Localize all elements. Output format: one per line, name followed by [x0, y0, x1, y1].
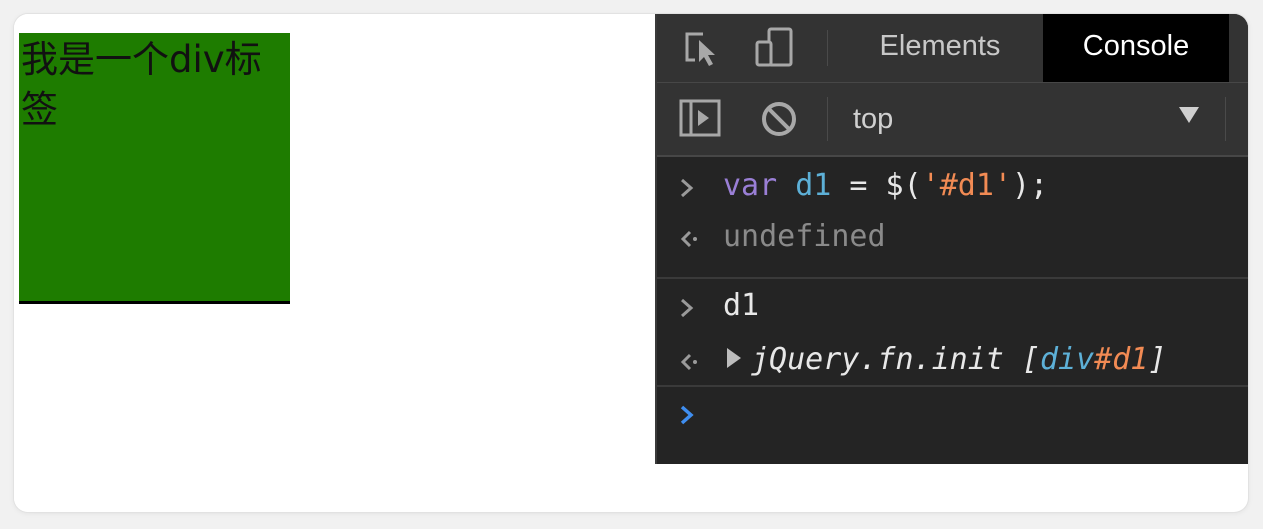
operator-token: = $(: [831, 168, 922, 203]
input-prompt-icon: [679, 288, 695, 336]
output-value: undefined: [723, 219, 886, 254]
expand-triangle-icon[interactable]: [727, 347, 741, 368]
tabbar-separator: [827, 30, 828, 66]
context-selector[interactable]: top: [853, 83, 893, 155]
console-input-line: d1: [657, 288, 1248, 328]
variable-token: d1: [777, 168, 832, 203]
object-tag: div: [1039, 342, 1095, 377]
object-id: #d1: [1094, 342, 1149, 377]
tab-elements[interactable]: Elements: [853, 14, 1027, 82]
browser-window: 我是一个div标签 Elements Console top var d1 = …: [14, 14, 1248, 512]
object-close: ]: [1148, 342, 1167, 377]
inspect-element-icon[interactable]: [681, 26, 721, 70]
output-object[interactable]: jQuery.fn.init [div#d1]: [727, 342, 1166, 377]
active-prompt-icon: [679, 395, 695, 443]
input-code: var d1 = $('#d1');: [723, 168, 1048, 203]
console-toolbar: top: [657, 83, 1248, 157]
device-toolbar-icon[interactable]: [753, 26, 793, 70]
devtools-tabbar: Elements Console: [657, 14, 1248, 83]
console-prompt-line[interactable]: [657, 395, 1248, 435]
string-token: '#d1': [921, 168, 1012, 203]
tab-console[interactable]: Console: [1043, 14, 1229, 82]
console-output-line: undefined: [657, 219, 1248, 259]
console-divider: [657, 385, 1248, 387]
output-return-icon: [679, 219, 699, 267]
console-divider: [657, 277, 1248, 279]
console-input-line: var d1 = $('#d1');: [657, 168, 1248, 208]
page-viewport: 我是一个div标签: [14, 14, 655, 512]
toolbar-separator: [827, 97, 828, 141]
input-prompt-icon: [679, 168, 695, 216]
sidebar-toggle-icon[interactable]: [679, 99, 721, 144]
punctuation-token: );: [1012, 168, 1049, 203]
toolbar-separator-right: [1225, 97, 1226, 141]
dropdown-arrow-icon[interactable]: [1179, 107, 1199, 123]
devtools-panel: Elements Console top var d1 = $('#d1'); …: [655, 14, 1248, 464]
console-output-line: jQuery.fn.init [div#d1]: [657, 342, 1248, 382]
object-type: jQuery.fn.init [: [751, 342, 1040, 377]
clear-console-icon[interactable]: [759, 99, 799, 144]
div-d1[interactable]: 我是一个div标签: [19, 33, 290, 304]
input-code: d1: [723, 288, 760, 323]
console-output[interactable]: var d1 = $('#d1'); undefined d1 jQuery.f…: [657, 157, 1248, 464]
output-return-icon: [679, 342, 699, 390]
div-d1-text: 我是一个div标签: [21, 38, 262, 131]
keyword-token: var: [723, 168, 778, 203]
